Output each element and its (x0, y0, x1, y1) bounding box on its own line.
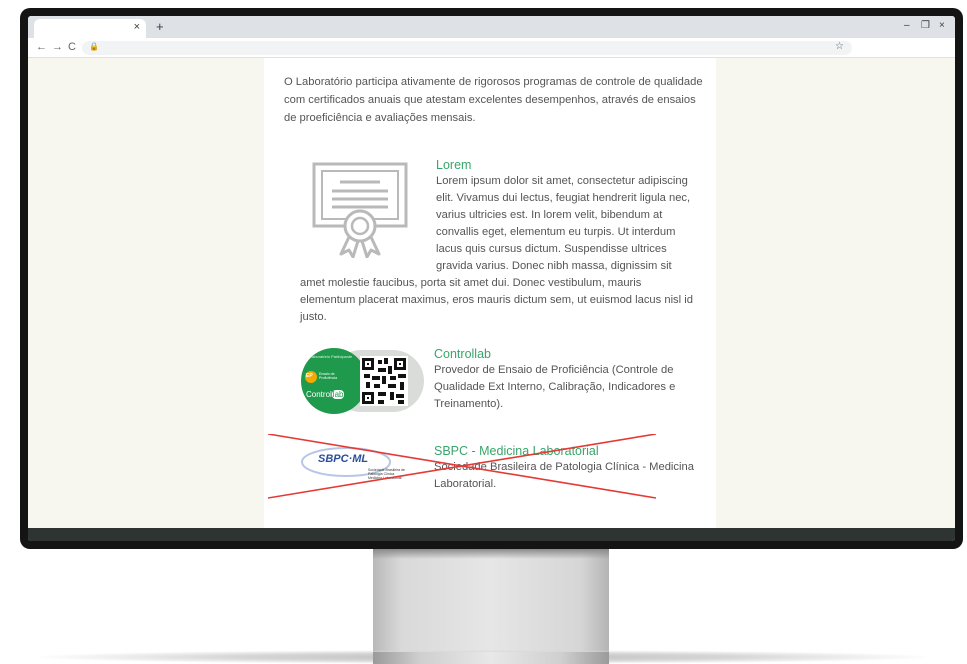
sbpc-logo-mark: SBPC·ML (318, 453, 369, 465)
stand-shadow (373, 549, 609, 559)
controllab-ep-label: Ensaio de Proficiência (319, 372, 338, 380)
controllab-title: Controllab (434, 347, 491, 361)
controllab-brand-main: Control (306, 390, 332, 399)
monitor: × + – ❐ × ← → C 🔒 ☆ O Laboratório partic… (20, 8, 963, 549)
screen: × + – ❐ × ← → C 🔒 ☆ O Laboratório partic… (28, 16, 955, 541)
browser-toolbar: ← → C 🔒 ☆ (28, 38, 955, 58)
bookmark-star-icon[interactable]: ☆ (835, 41, 844, 52)
controllab-brand-suffix: lab (331, 390, 345, 399)
restore-icon[interactable]: ❐ (921, 20, 930, 31)
close-tab-icon[interactable]: × (134, 21, 140, 33)
controllab-brand: Controllab (306, 390, 345, 399)
sbpc-logo-mark-1: SBPC (318, 453, 349, 465)
controllab-text: Provedor de Ensaio de Proficiência (Cont… (434, 364, 676, 410)
monitor-base (373, 652, 609, 664)
reload-icon[interactable]: C (68, 41, 76, 53)
sbpc-logo-mark-2: ML (352, 453, 369, 465)
controllab-info: Controllab Provedor de Ensaio de Profici… (434, 347, 694, 413)
controllab-ring-text: Laboratório Participante (309, 354, 353, 359)
browser-tab[interactable]: × (34, 19, 146, 38)
sbpc-logo-sub: Sociedade Brasileira de Patologia Clínic… (368, 468, 405, 480)
sbpc-title: SBPC - Medicina Laboratorial (434, 444, 599, 458)
content-column: O Laboratório participa ativamente de ri… (264, 58, 716, 528)
sbpc-info: SBPC - Medicina Laboratorial Sociedade B… (434, 444, 694, 493)
back-icon[interactable]: ← (36, 41, 47, 53)
window-close-icon[interactable]: × (939, 20, 945, 31)
sbpc-block: SBPC·ML Sociedade Brasileira de Patologi… (300, 444, 694, 504)
controllab-logo: Laboratório Participante EP Ensaio de Pr… (300, 347, 428, 415)
address-bar[interactable]: 🔒 ☆ (82, 41, 852, 55)
sbpc-text: Sociedade Brasileira de Patologia Clínic… (434, 461, 694, 490)
page-footer (28, 528, 955, 541)
new-tab-icon[interactable]: + (156, 19, 164, 34)
forward-icon[interactable]: → (52, 41, 63, 53)
stage: × + – ❐ × ← → C 🔒 ☆ O Laboratório partic… (0, 0, 967, 664)
controllab-ep-badge: EP (306, 373, 313, 379)
intro-paragraph: O Laboratório participa ativamente de ri… (284, 76, 703, 124)
page: O Laboratório participa ativamente de ri… (28, 58, 955, 528)
sbpc-logo: SBPC·ML Sociedade Brasileira de Patologi… (300, 444, 428, 494)
controllab-block: Laboratório Participante EP Ensaio de Pr… (300, 347, 694, 419)
minimize-icon[interactable]: – (904, 20, 910, 31)
lock-icon: 🔒 (89, 42, 99, 51)
lorem-block: Lorem Lorem ipsum dolor sit amet, consec… (300, 158, 694, 326)
monitor-stand (373, 549, 609, 664)
tab-strip: × + – ❐ × (28, 16, 955, 38)
certificate-icon (300, 158, 434, 260)
